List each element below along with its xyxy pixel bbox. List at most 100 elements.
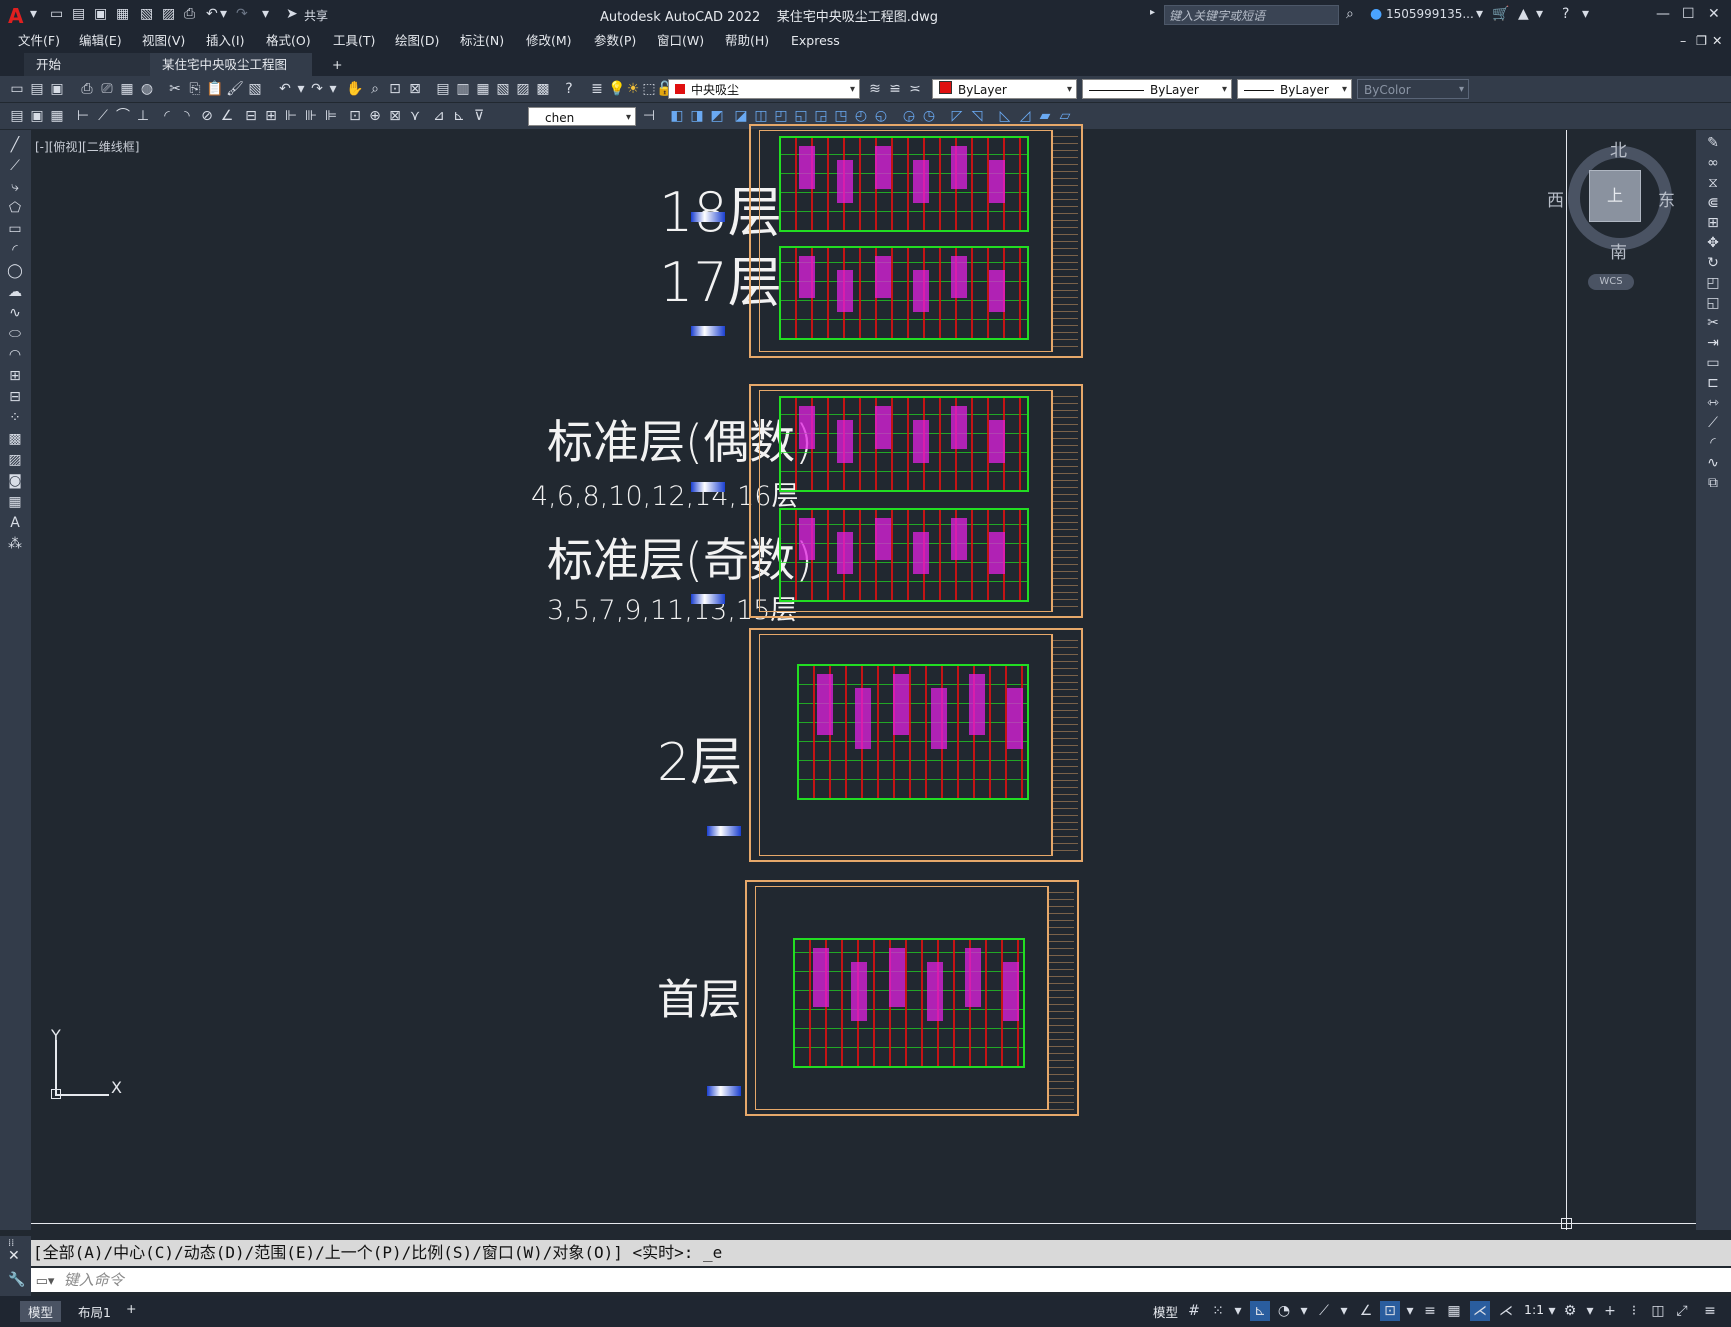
grid-icon[interactable]: # [1184, 1301, 1204, 1321]
dim-text-edit-icon[interactable]: ⊾ [450, 107, 468, 125]
sheet-standard-floors[interactable] [749, 384, 1083, 618]
rotate-icon[interactable]: ↻ [1704, 254, 1722, 272]
user-icon[interactable]: ● [1370, 6, 1382, 22]
menu-express[interactable]: Express [791, 30, 840, 52]
annotation-monitor-icon[interactable]: + [1600, 1301, 1620, 1321]
trim-icon[interactable]: ✂ [1704, 314, 1722, 332]
offset-icon[interactable]: ◪ [732, 107, 750, 125]
region-icon[interactable]: ◙ [6, 472, 24, 490]
make-current-layer-icon[interactable]: ≋ [866, 80, 884, 98]
autodesk-dropdown-icon[interactable]: ▾ [1536, 6, 1543, 22]
customize-quick-access-icon[interactable]: ▾ [262, 6, 269, 22]
break-icon[interactable]: ◵ [872, 107, 890, 125]
scale-icon[interactable]: ◰ [1704, 274, 1722, 292]
polygon-icon[interactable]: ⬠ [6, 199, 24, 217]
arc-icon[interactable]: ◜ [6, 241, 24, 259]
dim-break-icon[interactable]: ⊫ [322, 107, 340, 125]
minimize-icon[interactable]: — [1656, 6, 1670, 22]
point-icon[interactable]: ⁘ [6, 409, 24, 427]
spline-icon[interactable]: ∿ [6, 304, 24, 322]
object-snap-tracking-icon[interactable]: ∠ [1356, 1301, 1376, 1321]
copy-icon[interactable]: ⎘ [186, 80, 204, 98]
snap-icon[interactable]: ⁙ [1208, 1301, 1228, 1321]
units-icon[interactable]: ⁝ [1624, 1301, 1644, 1321]
model-tab[interactable]: 模型 [20, 1301, 62, 1322]
cart-icon[interactable]: 🛒 [1492, 6, 1509, 22]
zoom-previous-icon[interactable]: ⊠ [406, 80, 424, 98]
trim-icon[interactable]: ◳ [832, 107, 850, 125]
recover-icon[interactable]: ▦ [48, 107, 66, 125]
object-snap-icon[interactable]: ⊡ [1380, 1301, 1400, 1321]
angular-dim-icon[interactable]: ∠ [218, 107, 236, 125]
diameter-dim-icon[interactable]: ⊘ [198, 107, 216, 125]
isolate-objects-icon[interactable]: ◫ [1648, 1301, 1668, 1321]
sheet-floor-1[interactable] [745, 880, 1079, 1116]
tolerance-icon[interactable]: ⊡ [346, 107, 364, 125]
search-expand-icon[interactable]: ▸ [1150, 7, 1155, 18]
menu-window[interactable]: 窗口(W) [657, 30, 704, 52]
offset-icon[interactable]: ⋐ [1704, 194, 1722, 212]
chamfer-icon[interactable]: ◶ [900, 107, 918, 125]
mtext-icon[interactable]: A [6, 514, 24, 532]
sheet-set-icon[interactable]: ▧ [494, 80, 512, 98]
wcs-menu[interactable]: WCS [1588, 274, 1634, 290]
ungroup-icon[interactable]: ◿ [1016, 107, 1034, 125]
3d-print-icon[interactable]: ◍ [138, 80, 156, 98]
purge-icon[interactable]: ▣ [28, 107, 46, 125]
menu-modify[interactable]: 修改(M) [526, 30, 572, 52]
tab-drawing[interactable]: 某住宅中央吸尘工程图*✕ [150, 53, 312, 95]
cut-icon[interactable]: ✂ [166, 80, 184, 98]
redo-dropdown-icon[interactable]: ▾ [324, 80, 342, 98]
erase-icon[interactable]: ✎ [1704, 134, 1722, 152]
linear-dim-icon[interactable]: ⊢ [74, 107, 92, 125]
draworder-icon[interactable]: ▰ [1036, 107, 1054, 125]
viewcube-south[interactable]: 南 [1610, 238, 1627, 263]
search-icon[interactable]: ⌕ [1346, 6, 1354, 22]
customization-icon[interactable]: ≡ [1700, 1301, 1720, 1321]
markup-icon[interactable]: ▨ [514, 80, 532, 98]
linetype-dropdown[interactable]: ByLayer ▾ [1082, 79, 1232, 99]
redo-icon[interactable]: ↷ [236, 6, 248, 22]
user-dropdown-icon[interactable]: ▾ [1476, 6, 1483, 22]
lineweight-icon[interactable]: ≡ [1420, 1301, 1440, 1321]
save-icon[interactable]: ▣ [48, 80, 66, 98]
design-center-icon[interactable]: ▥ [454, 80, 472, 98]
extend-icon[interactable]: ⇥ [1704, 334, 1722, 352]
command-customize-icon[interactable]: 🔧 [8, 1272, 25, 1288]
transparency-icon[interactable]: ▦ [1444, 1301, 1464, 1321]
menu-insert[interactable]: 插入(I) [206, 30, 244, 52]
menu-help[interactable]: 帮助(H) [725, 30, 769, 52]
polar-icon[interactable]: ◔ [1274, 1301, 1294, 1321]
baseline-dim-icon[interactable]: ⊞ [262, 107, 280, 125]
help-dropdown-icon[interactable]: ▾ [1582, 6, 1589, 22]
share-icon[interactable]: ➤ [286, 6, 298, 22]
annotation-visibility-icon[interactable]: ⋌ [1470, 1301, 1490, 1321]
construction-line-icon[interactable]: ⟋ [6, 157, 24, 175]
array-icon[interactable]: ⊞ [1704, 214, 1722, 232]
clean-screen-icon[interactable]: ⤢ [1672, 1301, 1692, 1321]
command-close-icon[interactable]: ✕ [8, 1248, 20, 1264]
open-web-icon[interactable]: ▧ [140, 6, 153, 22]
array-icon[interactable]: ◫ [752, 107, 770, 125]
calculator-icon[interactable]: ▩ [534, 80, 552, 98]
zoom-realtime-icon[interactable]: ⌕ [366, 80, 384, 98]
aligned-dim-icon[interactable]: ⟋ [94, 107, 112, 125]
stretch-icon[interactable]: ◱ [1704, 294, 1722, 312]
layer-previous-icon[interactable]: ≌ [886, 80, 904, 98]
extend-icon[interactable]: ◴ [852, 107, 870, 125]
dim-space-icon[interactable]: ⊪ [302, 107, 320, 125]
break-point-icon[interactable]: ▭ [1704, 354, 1722, 372]
explode-icon[interactable]: ◸ [948, 107, 966, 125]
lineweight-dropdown[interactable]: ByLayer ▾ [1237, 79, 1352, 99]
object-snap-dropdown-icon[interactable]: ▾ [1400, 1301, 1420, 1321]
workspace-dropdown-icon[interactable]: ▾ [1580, 1301, 1600, 1321]
chamfer-icon[interactable]: ⟋ [1704, 414, 1722, 432]
auto-scale-icon[interactable]: ⋌ [1496, 1301, 1516, 1321]
stretch-icon[interactable]: ◲ [812, 107, 830, 125]
scale-icon[interactable]: ◱ [792, 107, 810, 125]
sheet-floors-17-18[interactable] [749, 124, 1083, 358]
move-icon[interactable]: ✥ [1704, 234, 1722, 252]
viewcube-west[interactable]: 西 [1547, 186, 1564, 211]
ortho-icon[interactable]: ⊾ [1250, 1301, 1270, 1321]
rectangle-icon[interactable]: ▭ [6, 220, 24, 238]
